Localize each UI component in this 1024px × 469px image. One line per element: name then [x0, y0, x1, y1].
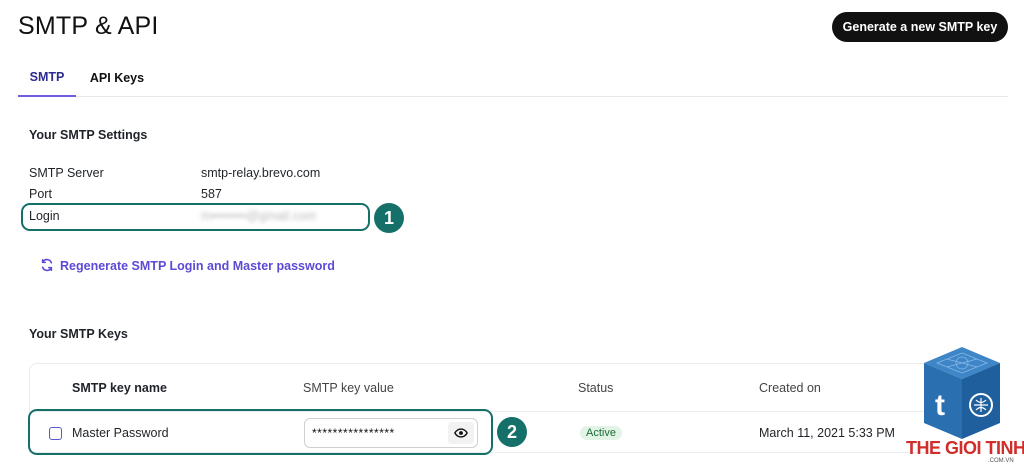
key-row-highlight-box — [28, 409, 493, 455]
tab-smtp[interactable]: SMTP — [18, 58, 76, 97]
status-badge: Active — [580, 426, 622, 440]
login-highlight-box — [21, 203, 370, 231]
watermark-brand: THE GIOI TINHOC — [906, 438, 1024, 458]
created-on-cell: March 11, 2021 5:33 PM — [759, 426, 895, 440]
generate-smtp-key-button[interactable]: Generate a new SMTP key — [832, 12, 1008, 42]
page-title: SMTP & API — [18, 12, 159, 40]
tab-api-keys[interactable]: API Keys — [84, 58, 150, 97]
smtp-server-label: SMTP Server — [29, 166, 104, 180]
watermark-domain: .COM.VN — [988, 458, 1014, 464]
smtp-settings-title: Your SMTP Settings — [29, 128, 148, 142]
annotation-badge-2: 2 — [497, 417, 527, 447]
column-header-created-on: Created on — [759, 381, 821, 395]
column-header-key-name[interactable]: SMTP key name — [72, 381, 167, 395]
column-header-key-value: SMTP key value — [303, 381, 394, 395]
annotation-badge-1: 1 — [374, 203, 404, 233]
refresh-icon — [40, 258, 54, 275]
column-header-status: Status — [578, 381, 614, 395]
regenerate-smtp-login-link[interactable]: Regenerate SMTP Login and Master passwor… — [40, 257, 335, 275]
port-value: 587 — [201, 187, 222, 201]
smtp-keys-title: Your SMTP Keys — [29, 327, 128, 341]
smtp-server-value: smtp-relay.brevo.com — [201, 166, 321, 180]
regenerate-label: Regenerate SMTP Login and Master passwor… — [60, 259, 335, 273]
svg-text:t: t — [935, 389, 945, 422]
port-label: Port — [29, 187, 52, 201]
tab-bar: SMTP API Keys — [18, 58, 1008, 97]
